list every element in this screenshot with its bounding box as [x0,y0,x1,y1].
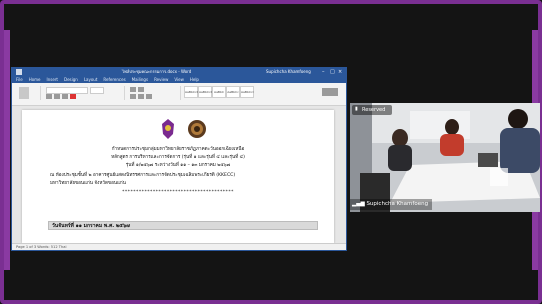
menu-item-view[interactable]: View [174,77,184,82]
word-status-text: Page 1 of 3 Words: 512 Thai [16,245,67,249]
menu-item-design[interactable]: Design [64,77,78,82]
style-swatch[interactable]: AaBbCcDd [184,86,201,98]
document-page[interactable]: กำหนดการประชุมกลุ่มมหาวิทยาลัยราชภัฏภาคต… [22,110,334,243]
find-replace-icon[interactable] [322,88,338,96]
video-label-badge: ▮ Reserved [352,105,392,115]
style-swatch[interactable]: AaBbCc [226,86,240,98]
university-seal-logo [162,119,174,139]
elephant-emblem-logo [188,120,206,138]
italic-icon[interactable] [54,94,60,99]
align-center-icon[interactable] [138,94,144,99]
save-icon[interactable] [16,69,22,75]
menu-item-insert[interactable]: Insert [47,77,58,82]
participant-video-tile[interactable]: ▮ Reserved [350,103,540,212]
font-size-select[interactable] [90,87,104,94]
word-status-bar: Page 1 of 3 Words: 512 Thai [12,243,346,250]
doc-venue-line: ณ ห้องประชุมชั้นที่ ๒ อาคารศูนย์แสดงนิทร… [50,173,236,178]
signal-icon: ▂▄▆ [352,201,367,207]
doc-date-bar: วันจันทร์ที่ ๑๑ มกราคม พ.ศ. ๒๕๖๗ [48,221,318,230]
clipboard-group [16,86,41,100]
maximize-icon[interactable]: □ [330,68,335,76]
doc-date-range-line: รุ่นที่ ๑/๒๕๖๗ ระหว่างวันที่ ๑๑ – ๑๓ มกร… [125,163,231,168]
participant-name-bar: ▂▄▆ Supichcha Khamfoeng [350,199,433,210]
bold-icon[interactable] [46,94,52,99]
word-user-name: Supichcha Khamfoeng [266,69,311,74]
bullets-icon[interactable] [130,87,136,92]
close-icon[interactable]: × [338,68,342,76]
word-title-bar: ไฟล์ประชุมคณะกรรมการ.docx - Word Supichc… [12,68,346,76]
paste-icon[interactable] [19,87,29,99]
menu-item-layout[interactable]: Layout [84,77,98,82]
doc-separator-stars: **************************************** [122,190,234,195]
style-swatch[interactable]: AaBbC [212,86,226,98]
menu-item-home[interactable]: Home [29,77,41,82]
style-swatch[interactable]: AaBbCcDd [198,86,215,98]
font-group [44,86,125,100]
font-color-icon[interactable] [70,94,76,99]
shared-word-window[interactable]: ไฟล์ประชุมคณะกรรมการ.docx - Word Supichc… [11,67,347,251]
menu-item-mailings[interactable]: Mailings [132,77,148,82]
align-left-icon[interactable] [130,94,136,99]
doc-heading-line: กำหนดการประชุมกลุ่มมหาวิทยาลัยราชภัฏภาคต… [111,147,245,152]
meeting-room-camera-feed [350,103,540,212]
word-window-title: ไฟล์ประชุมคณะกรรมการ.docx - Word [122,69,192,74]
minimize-icon[interactable]: – [322,68,325,76]
camera-icon: ▮ [355,106,358,112]
align-right-icon[interactable] [146,94,152,99]
font-name-select[interactable] [46,87,88,94]
menu-item-references[interactable]: References [103,77,125,82]
menu-item-file[interactable]: File [16,77,23,82]
underline-icon[interactable] [62,94,68,99]
doc-university-line: มหาวิทยาลัยขอนแก่น จังหวัดขอนแก่น [50,181,126,186]
document-area: กำหนดการประชุมกลุ่มมหาวิทยาลัยราชภัฏภาคต… [12,106,346,243]
participant-name: Supichcha Khamfoeng [366,201,429,207]
word-menu-bar: File Home Insert Design Layout References Mail… [12,76,346,83]
style-swatch[interactable]: AaBbCcI [240,86,254,98]
word-ribbon: AaBbCcDd AaBbCcDd AaBbC AaBbCc AaBbCcI [12,83,346,106]
video-label: Reserved [362,107,386,113]
menu-item-review[interactable]: Review [154,77,168,82]
doc-course-line: หลักสูตร การบริหารและการจัดการ (รุ่นที่ … [111,155,245,160]
paragraph-group [128,86,181,100]
numbering-icon[interactable] [138,87,144,92]
menu-item-help[interactable]: Help [190,77,199,82]
left-frame-accent [4,30,10,270]
